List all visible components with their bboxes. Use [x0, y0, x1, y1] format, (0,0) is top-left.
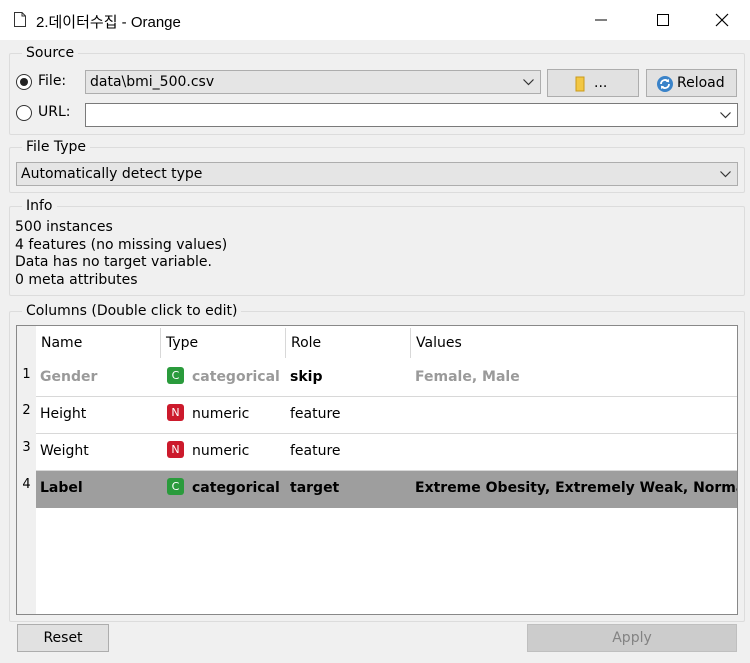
source-group-title: Source: [22, 45, 79, 61]
row-number: 1: [22, 367, 31, 382]
table-row[interactable]: Height N numeric feature: [36, 397, 737, 434]
categorical-type-icon: C: [167, 367, 184, 384]
row-number: 3: [22, 440, 31, 455]
file-type-group-title: File Type: [22, 139, 91, 155]
url-label: URL:: [38, 104, 71, 120]
cell-values: Female, Male: [415, 369, 520, 385]
cell-name: Weight: [40, 443, 89, 459]
column-header-type[interactable]: Type: [161, 326, 285, 360]
cell-type: categorical: [192, 480, 280, 496]
columns-group-title: Columns (Double click to edit): [22, 303, 242, 319]
columns-table[interactable]: Name Type Role Values 1 Gender C categor…: [16, 325, 738, 615]
title-bar: 2.데이터수집 - Orange: [0, 0, 750, 40]
close-button[interactable]: [699, 0, 745, 40]
column-header-label: Role: [291, 335, 322, 351]
table-row[interactable]: Weight N numeric feature: [36, 434, 737, 471]
apply-button[interactable]: Apply: [527, 624, 737, 652]
cell-name: Label: [40, 480, 83, 496]
table-row[interactable]: Label C categorical target Extreme Obesi…: [36, 471, 738, 508]
chevron-down-icon: [720, 112, 731, 119]
categorical-type-icon: C: [167, 478, 184, 495]
minimize-icon: [595, 19, 607, 21]
cell-role: feature: [290, 443, 341, 459]
file-type-value: Automatically detect type: [21, 166, 203, 182]
table-row[interactable]: Gender C categorical skip Female, Male: [36, 360, 737, 397]
cell-type: numeric: [192, 406, 250, 422]
browse-button[interactable]: ...: [547, 69, 639, 97]
browse-label: ...: [594, 75, 608, 91]
file-radio[interactable]: [16, 74, 32, 90]
file-label: File:: [38, 73, 67, 89]
url-combo[interactable]: [85, 103, 738, 127]
cell-type: numeric: [192, 443, 250, 459]
numeric-type-icon: N: [167, 441, 184, 458]
folder-icon: [575, 76, 585, 92]
info-line: Data has no target variable.: [15, 254, 212, 270]
numeric-type-icon: N: [167, 404, 184, 421]
column-header-label: Values: [416, 335, 462, 351]
reload-button[interactable]: Reload: [646, 69, 737, 97]
cell-type: categorical: [192, 369, 280, 385]
chevron-down-icon: [523, 79, 534, 86]
minimize-button[interactable]: [578, 0, 624, 40]
window-title: 2.데이터수집 - Orange: [36, 14, 181, 31]
close-icon: [715, 13, 729, 27]
cell-role: skip: [290, 369, 323, 385]
maximize-button[interactable]: [640, 0, 686, 40]
maximize-icon: [657, 14, 669, 26]
info-line: 4 features (no missing values): [15, 237, 228, 253]
cell-name: Gender: [40, 369, 98, 385]
column-header-name[interactable]: Name: [36, 326, 160, 360]
chevron-down-icon: [720, 171, 731, 178]
info-line: 0 meta attributes: [15, 272, 138, 288]
row-number: 4: [22, 477, 31, 492]
cell-name: Height: [40, 406, 87, 422]
column-header-label: Name: [41, 335, 83, 351]
file-type-combo[interactable]: Automatically detect type: [16, 162, 738, 186]
reload-label: Reload: [677, 75, 725, 91]
file-path-value: data\bmi_500.csv: [90, 74, 215, 90]
column-header-values[interactable]: Values: [411, 326, 737, 360]
document-icon: [14, 12, 26, 27]
column-header-role[interactable]: Role: [286, 326, 410, 360]
column-header-label: Type: [166, 335, 199, 351]
cell-role: feature: [290, 406, 341, 422]
cell-role: target: [290, 480, 340, 496]
info-line: 500 instances: [15, 219, 113, 235]
reset-button[interactable]: Reset: [17, 624, 109, 652]
cell-values: Extreme Obesity, Extremely Weak, Normal.…: [415, 480, 738, 496]
row-number: 2: [22, 403, 31, 418]
url-radio[interactable]: [16, 105, 32, 121]
info-group-title: Info: [22, 198, 57, 214]
file-path-combo[interactable]: data\bmi_500.csv: [85, 70, 541, 94]
reload-icon: [657, 76, 673, 92]
